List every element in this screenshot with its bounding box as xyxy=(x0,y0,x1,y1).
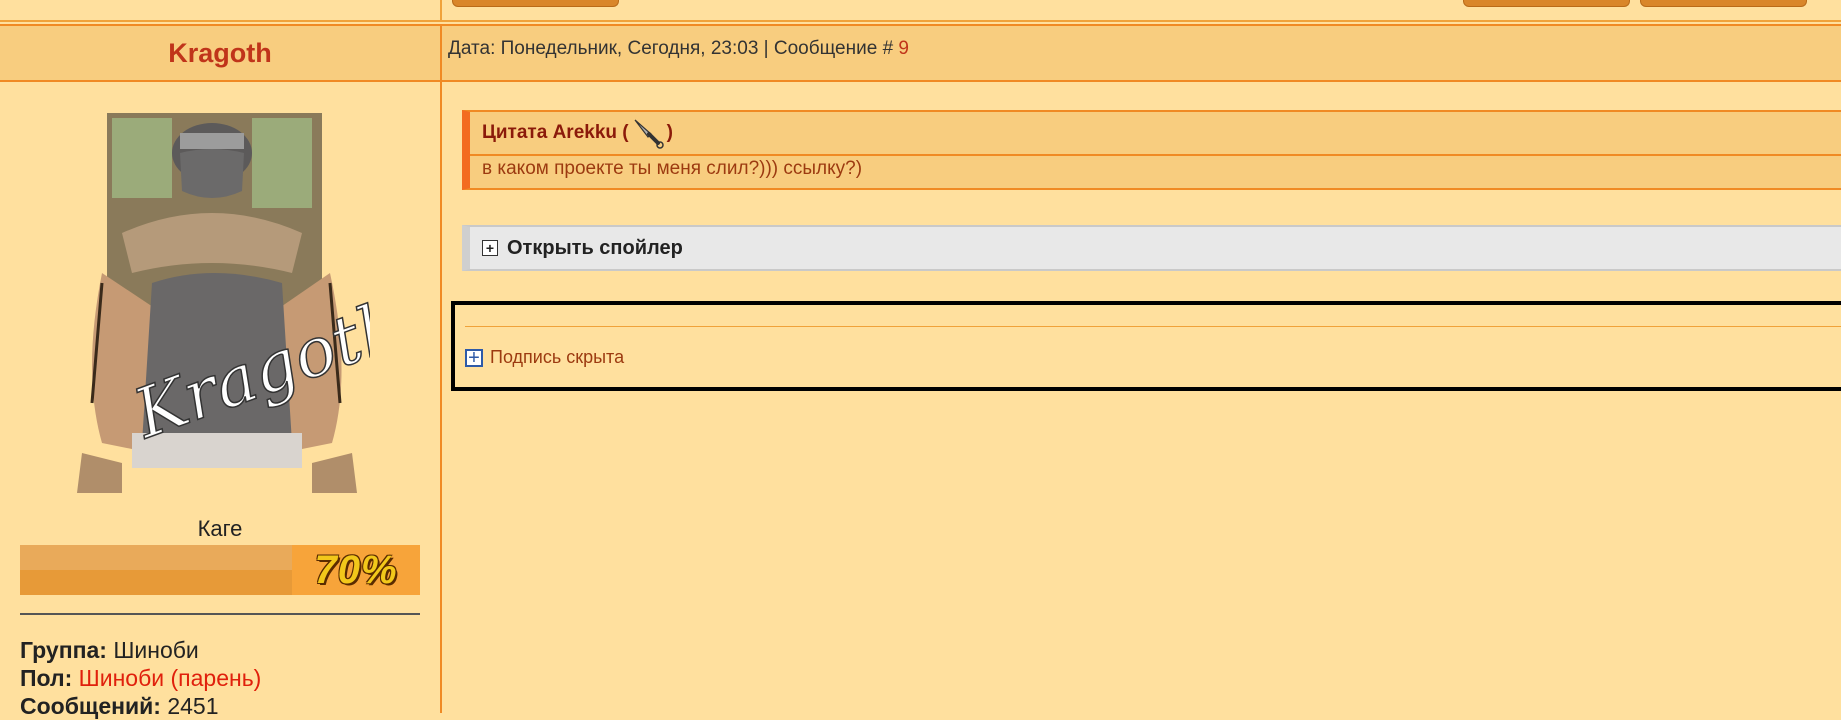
user-rank: Каге xyxy=(197,516,243,541)
toolbar-button[interactable] xyxy=(1640,0,1807,7)
toolbar-button[interactable] xyxy=(1463,0,1630,7)
signature-divider xyxy=(465,326,1841,327)
gender-value: Шиноби (парень) xyxy=(78,665,262,691)
toolbar-button[interactable] xyxy=(452,0,619,7)
group-label: Группа: xyxy=(20,637,107,663)
expand-icon[interactable]: + xyxy=(465,348,483,368)
signature-toggle[interactable]: + Подпись скрыта xyxy=(465,347,624,368)
signature-block: + Подпись скрыта xyxy=(451,301,1841,391)
quote-block: Цитата Arekku ( ) в каком проекте ты мен… xyxy=(462,110,1841,190)
quote-divider xyxy=(470,154,1841,156)
author-profile: Kragoth Каге 70% Группа: Шиноби Пол: Шин… xyxy=(0,80,440,719)
kunai-icon xyxy=(634,119,664,149)
quote-text: в каком проекте ты меня слил?))) ссылку?… xyxy=(482,158,863,179)
spoiler-label[interactable]: Открыть спойлер xyxy=(507,237,683,260)
profile-group: Группа: Шиноби xyxy=(20,637,199,664)
author-name[interactable]: Kragoth xyxy=(0,26,440,80)
column-divider xyxy=(440,0,442,20)
messages-label: Сообщений: xyxy=(20,693,161,719)
signature-label[interactable]: Подпись скрыта xyxy=(490,347,624,368)
post-number-link[interactable]: 9 xyxy=(898,38,909,59)
plus-icon: + xyxy=(482,240,498,256)
quote-header: Цитата Arekku ( ) xyxy=(482,112,673,154)
group-value: Шиноби xyxy=(113,637,199,663)
post-meta: Дата: Понедельник, Сегодня, 23:03 | Сооб… xyxy=(448,38,909,60)
avatar[interactable]: Kragoth xyxy=(62,113,370,493)
gender-label: Пол: xyxy=(20,665,73,691)
profile-divider xyxy=(20,613,420,615)
column-divider xyxy=(440,26,442,80)
quote-title: Цитата Arekku ( xyxy=(482,122,629,143)
quote-title-close: ) xyxy=(666,122,673,143)
top-toolbar xyxy=(0,0,1841,22)
column-divider xyxy=(440,80,442,713)
post-date: Дата: Понедельник, Сегодня, 23:03 | Сооб… xyxy=(448,38,899,59)
post-header: Kragoth Дата: Понедельник, Сегодня, 23:0… xyxy=(0,24,1841,82)
spoiler-toggle[interactable]: + Открыть спойлер xyxy=(462,225,1841,271)
messages-value: 2451 xyxy=(167,693,219,719)
profile-messages: Сообщений: 2451 xyxy=(20,693,219,720)
rank-progress-bar: 70% xyxy=(20,545,420,595)
rank-progress-label: 70% xyxy=(292,545,420,595)
profile-gender: Пол: Шиноби (парень) xyxy=(20,665,261,692)
